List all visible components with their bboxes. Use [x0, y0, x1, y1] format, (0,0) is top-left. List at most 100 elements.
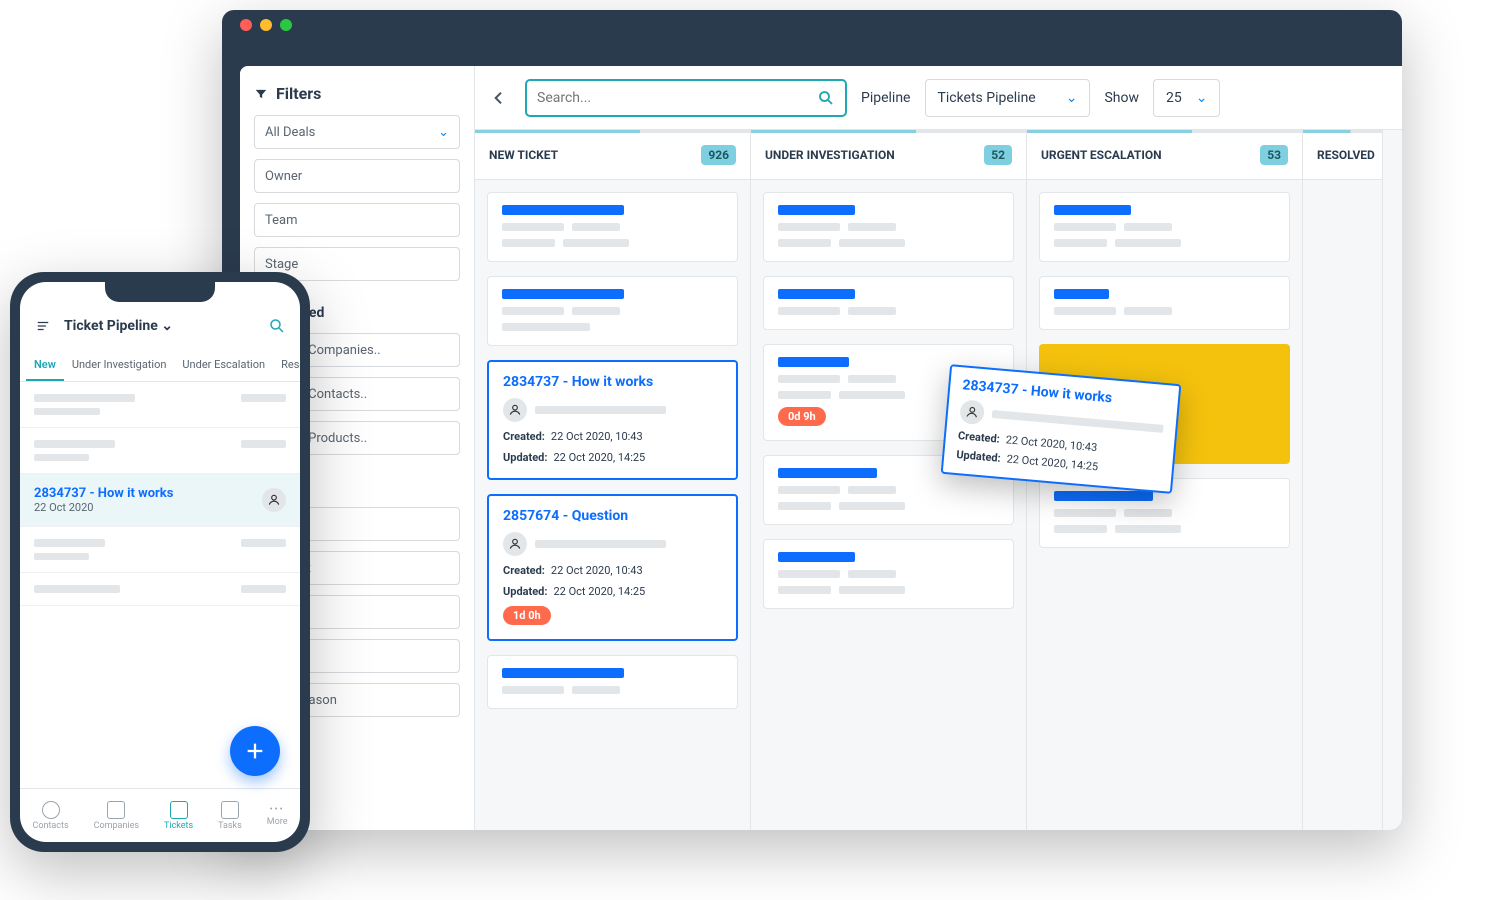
tab-new[interactable]: New [26, 350, 64, 381]
ticket-card[interactable] [1039, 276, 1290, 330]
avatar-icon [503, 532, 527, 556]
avatar-icon [262, 488, 286, 512]
close-icon[interactable] [240, 19, 252, 31]
filter-all-deals[interactable]: All Deals ⌄ [254, 115, 460, 149]
created-value: 22 Oct 2020, 10:43 [551, 564, 643, 577]
list-item[interactable] [20, 573, 300, 606]
updated-value: 22 Oct 2020, 14:25 [553, 585, 645, 598]
nav-tasks[interactable]: Tasks [218, 801, 242, 831]
created-label: Created: [503, 564, 545, 577]
column-resolved: RESOLVED [1303, 130, 1383, 830]
tasks-icon [221, 801, 239, 819]
column-title: RESOLVED [1317, 148, 1375, 162]
list-item-date: 22 Oct 2020 [34, 501, 173, 514]
toolbar: Pipeline Tickets Pipeline ⌄ Show 25 ⌄ [475, 66, 1402, 130]
search-icon [817, 89, 835, 107]
count-badge: 926 [701, 145, 736, 165]
ticket-card[interactable] [763, 539, 1014, 609]
more-icon: ••• [270, 805, 285, 815]
maximize-icon[interactable] [280, 19, 292, 31]
tab-resolved[interactable]: Resolved [273, 350, 300, 381]
list-item-selected[interactable]: 2834737 - How it works 22 Oct 2020 [20, 474, 300, 527]
nav-more[interactable]: •••More [267, 805, 288, 827]
pipeline-label: Pipeline [861, 90, 911, 106]
column-header[interactable]: RESOLVED [1303, 130, 1382, 180]
created-label: Created: [957, 429, 1000, 446]
nav-contacts[interactable]: Contacts [33, 801, 69, 831]
mobile-header: Ticket Pipeline ⌄ [20, 302, 300, 350]
column-header[interactable]: URGENT ESCALATION 53 [1027, 130, 1302, 180]
column-new-ticket: NEW TICKET 926 [475, 130, 751, 830]
column-header[interactable]: NEW TICKET 926 [475, 130, 750, 180]
column-title: UNDER INVESTIGATION [765, 148, 895, 162]
list-item[interactable] [20, 428, 300, 474]
show-value: 25 [1166, 90, 1182, 106]
mobile-title[interactable]: Ticket Pipeline ⌄ [64, 318, 173, 334]
ticket-card[interactable] [487, 655, 738, 709]
desktop-window: Filters All Deals ⌄ Owner Team Stage Ass… [222, 10, 1402, 830]
filter-owner-label: Owner [265, 169, 302, 184]
main-area: Pipeline Tickets Pipeline ⌄ Show 25 ⌄ NE… [475, 66, 1402, 830]
ticket-card[interactable] [487, 276, 738, 346]
minimize-icon[interactable] [260, 19, 272, 31]
plus-icon [244, 740, 266, 762]
ticket-title: 2857674 - Question [503, 508, 722, 524]
ticket-title: 2834737 - How it works [503, 374, 722, 390]
filters-title: Filters [276, 84, 321, 103]
chevron-down-icon: ⌄ [1066, 90, 1078, 106]
filters-header: Filters [254, 84, 460, 103]
show-dropdown[interactable]: 25 ⌄ [1153, 79, 1220, 117]
ticket-card-selected[interactable]: 2834737 - How it works Created: 22 Oct 20… [487, 360, 738, 480]
updated-value: 22 Oct 2020, 14:25 [553, 451, 645, 464]
filter-stage-label: Stage [265, 257, 298, 272]
pipeline-value: Tickets Pipeline [938, 90, 1036, 106]
nav-tickets[interactable]: Tickets [164, 801, 193, 831]
menu-icon[interactable] [34, 319, 52, 333]
mobile-screen: Ticket Pipeline ⌄ New Under Investigatio… [20, 282, 300, 842]
window-titlebar [222, 10, 1402, 40]
time-chip: 0d 9h [778, 407, 826, 426]
column-body: 2834737 - How it works Created: 22 Oct 20… [475, 180, 750, 721]
add-button[interactable] [230, 726, 280, 776]
column-body [1027, 180, 1302, 560]
phone-notch [105, 282, 215, 302]
avatar-icon [503, 398, 527, 422]
ticket-card[interactable] [487, 192, 738, 262]
search-input[interactable] [537, 90, 817, 106]
show-label: Show [1104, 90, 1139, 106]
column-header[interactable]: UNDER INVESTIGATION 52 [751, 130, 1026, 180]
filter-all-deals-label: All Deals [265, 125, 315, 140]
time-chip: 1d 0h [503, 606, 551, 625]
created-value: 22 Oct 2020, 10:43 [551, 430, 643, 443]
created-label: Created: [503, 430, 545, 443]
tab-under-escalation[interactable]: Under Escalation [174, 350, 273, 381]
ticket-card[interactable] [763, 276, 1014, 330]
filter-team[interactable]: Team [254, 203, 460, 237]
column-title: URGENT ESCALATION [1041, 148, 1162, 162]
dragging-card[interactable]: 2834737 - How it works Created:22 Oct 20… [941, 364, 1182, 494]
tickets-icon [170, 801, 188, 819]
window-content: Filters All Deals ⌄ Owner Team Stage Ass… [240, 66, 1402, 830]
chevron-left-icon [491, 88, 507, 108]
created-value: 22 Oct 2020, 10:43 [1005, 433, 1098, 454]
updated-value: 22 Oct 2020, 14:25 [1006, 452, 1099, 473]
ticket-card-selected[interactable]: 2857674 - Question Created: 22 Oct 2020, … [487, 494, 738, 641]
filter-owner[interactable]: Owner [254, 159, 460, 193]
pipeline-dropdown[interactable]: Tickets Pipeline ⌄ [925, 79, 1091, 117]
tab-under-investigation[interactable]: Under Investigation [64, 350, 175, 381]
list-item[interactable] [20, 527, 300, 573]
nav-companies[interactable]: Companies [94, 801, 139, 831]
contacts-icon [42, 801, 60, 819]
filter-icon [254, 87, 268, 101]
ticket-card[interactable] [1039, 192, 1290, 262]
column-under-investigation: UNDER INVESTIGATION 52 [751, 130, 1027, 830]
search-icon[interactable] [268, 317, 286, 335]
updated-label: Updated: [503, 451, 547, 464]
avatar-icon [959, 399, 985, 425]
back-button[interactable] [491, 88, 511, 108]
search-box[interactable] [525, 79, 847, 117]
chevron-down-icon: ⌄ [438, 125, 449, 140]
companies-icon [107, 801, 125, 819]
list-item[interactable] [20, 382, 300, 428]
ticket-card[interactable] [763, 192, 1014, 262]
